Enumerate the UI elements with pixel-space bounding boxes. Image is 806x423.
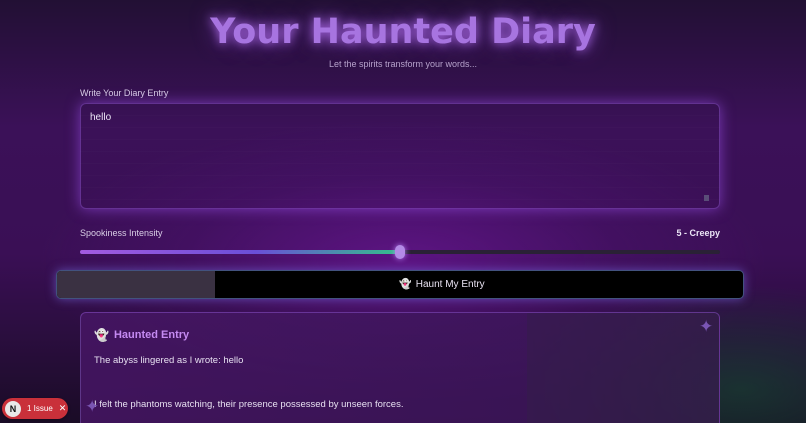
issue-avatar: N: [5, 400, 21, 417]
spookiness-slider-thumb[interactable]: [395, 245, 405, 259]
spookiness-slider-fill: [80, 250, 400, 254]
haunted-entry-card: 👻 Haunted Entry The abyss lingered as I …: [80, 312, 720, 423]
spookiness-slider[interactable]: [80, 245, 720, 259]
haunted-entry-line: The abyss lingered as I wrote: hello: [94, 355, 244, 366]
sparkle-icon: ✦: [699, 317, 714, 336]
haunt-my-entry-button[interactable]: 👻 Haunt My Entry: [56, 270, 744, 299]
issue-count-label: 1 Issue: [27, 404, 53, 413]
ghost-icon: 👻: [399, 279, 412, 290]
ghost-icon: 👻: [94, 328, 109, 342]
issue-badge[interactable]: N 1 Issue ✕: [2, 398, 68, 419]
resize-handle-icon[interactable]: [704, 195, 709, 201]
card-shade: [527, 313, 719, 423]
sparkle-icon: ✦: [85, 397, 100, 416]
haunt-button-label: Haunt My Entry: [415, 279, 485, 290]
haunted-entry-title: 👻 Haunted Entry: [94, 328, 189, 342]
page-subtitle: Let the spirits transform your words...: [328, 59, 478, 69]
haunt-button-content: 👻 Haunt My Entry: [57, 271, 743, 298]
haunted-entry-line: I felt the phantoms watching, their pres…: [94, 399, 404, 410]
spookiness-value: 5 - Creepy: [676, 228, 720, 238]
diary-entry-textarea[interactable]: hello: [80, 103, 720, 209]
diary-entry-text: hello: [90, 112, 112, 123]
haunted-entry-title-text: Haunted Entry: [113, 329, 190, 341]
page-title: Your Haunted Diary: [210, 12, 596, 52]
diary-entry-label: Write Your Diary Entry: [80, 88, 169, 98]
close-icon[interactable]: ✕: [59, 403, 67, 414]
spookiness-label: Spookiness Intensity: [80, 228, 163, 238]
